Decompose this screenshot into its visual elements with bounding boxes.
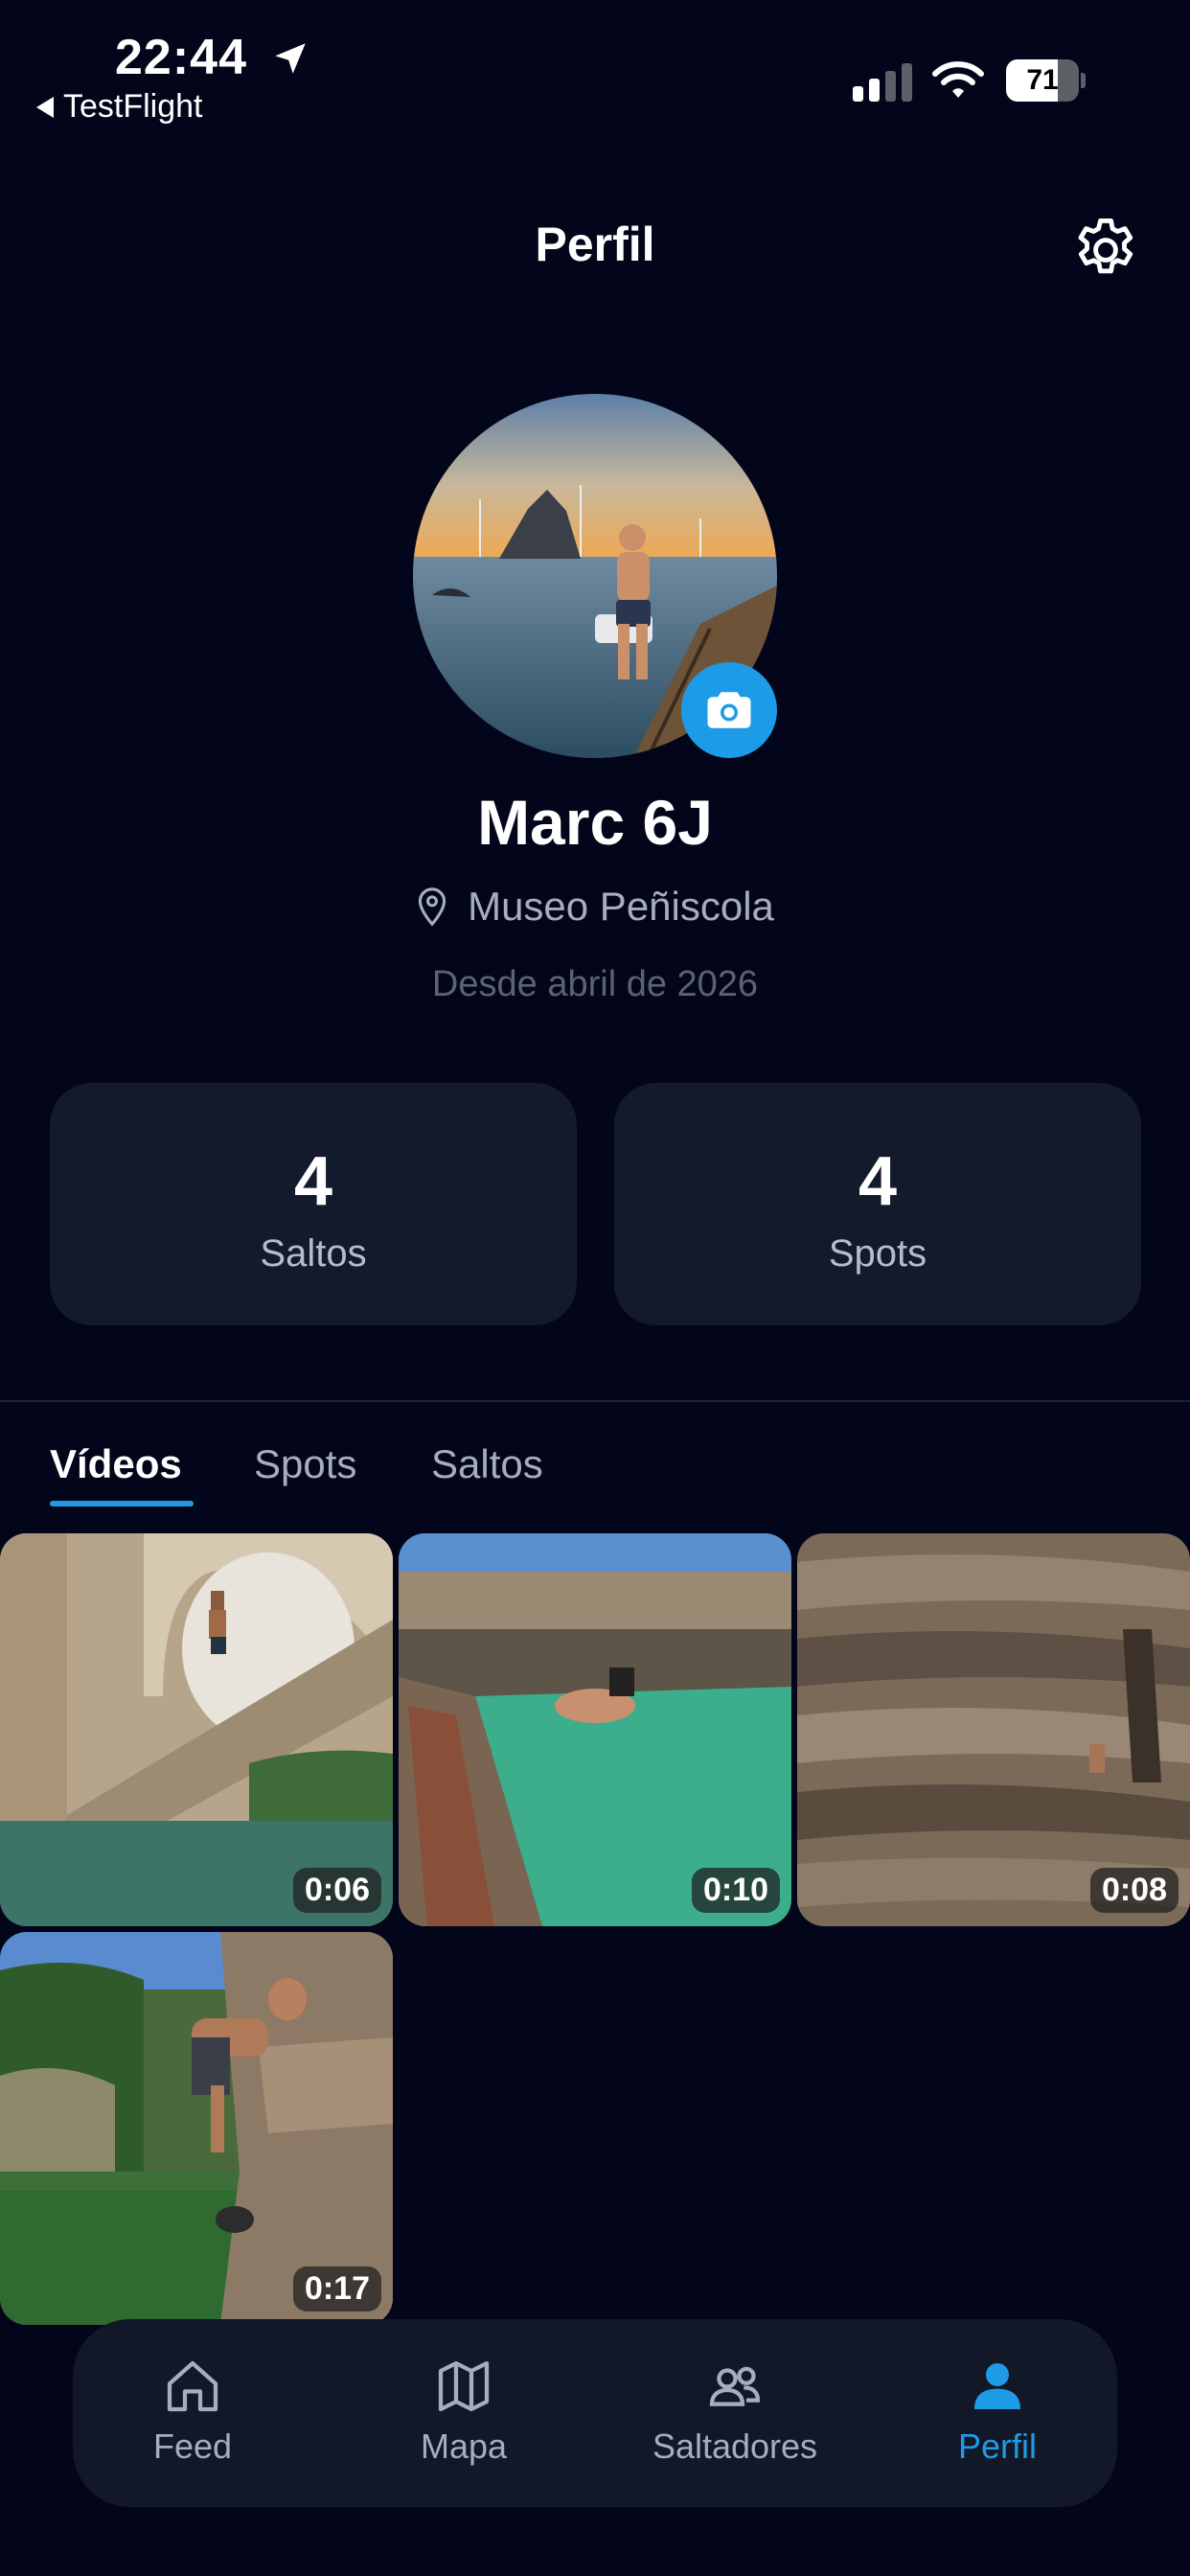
- video-duration: 0:06: [292, 1868, 381, 1913]
- users-icon: [709, 2366, 761, 2406]
- page-title: Perfil: [535, 218, 655, 271]
- settings-gear-icon[interactable]: [1068, 213, 1143, 288]
- camera-icon: [707, 692, 751, 728]
- video-thumbnail[interactable]: 0:10: [399, 1533, 791, 1926]
- stat-label: Saltos: [260, 1232, 367, 1275]
- nav-mapa[interactable]: Mapa: [354, 2356, 574, 2467]
- battery-icon: 71: [1006, 59, 1086, 102]
- map-icon: [438, 2360, 490, 2412]
- location-text: Museo Peñiscola: [468, 884, 774, 929]
- back-app-label: TestFlight: [63, 88, 203, 125]
- tab-videos[interactable]: Vídeos: [50, 1441, 182, 1487]
- video-duration: 0:08: [1089, 1868, 1179, 1913]
- location-arrow-icon: [275, 43, 306, 74]
- nav-label: Mapa: [420, 2426, 508, 2466]
- video-duration: 0:17: [292, 2266, 381, 2312]
- wifi-icon: [932, 61, 984, 98]
- video-thumbnail[interactable]: 0:17: [0, 1932, 393, 2325]
- status-time: 22:44: [115, 30, 247, 85]
- tab-saltos[interactable]: Saltos: [431, 1441, 543, 1487]
- user-name: Marc 6J: [477, 787, 713, 858]
- video-thumbnail[interactable]: 0:06: [0, 1533, 393, 1926]
- stat-value: 4: [858, 1143, 898, 1220]
- nav-label: Perfil: [957, 2426, 1038, 2466]
- stat-card-spots[interactable]: 4 Spots: [614, 1083, 1141, 1325]
- home-icon: [167, 2360, 218, 2412]
- nav-saltadores[interactable]: Saltadores: [625, 2356, 845, 2467]
- active-tab-indicator: [50, 1501, 194, 1506]
- signal-icon: [853, 63, 912, 102]
- nav-label: Saltadores: [652, 2426, 818, 2466]
- stat-label: Spots: [828, 1232, 927, 1275]
- nav-feed[interactable]: Feed: [82, 2356, 303, 2467]
- nav-perfil[interactable]: Perfil: [887, 2356, 1108, 2467]
- video-duration: 0:10: [691, 1868, 780, 1913]
- back-to-testflight[interactable]: TestFlight: [36, 88, 203, 126]
- bottom-tab-bar: Feed Mapa Saltadores Perfil: [73, 2319, 1117, 2507]
- back-arrow-icon: [36, 96, 54, 118]
- video-thumbnail[interactable]: 0:08: [797, 1533, 1190, 1926]
- member-since: Desde abril de 2026: [431, 964, 759, 1004]
- user-location: Museo Peñiscola: [0, 884, 1190, 930]
- map-pin-icon: [418, 887, 446, 927]
- tab-spots[interactable]: Spots: [254, 1441, 356, 1487]
- person-icon: [974, 2363, 1020, 2409]
- change-photo-button[interactable]: [681, 662, 777, 758]
- stat-value: 4: [293, 1143, 333, 1220]
- nav-label: Feed: [152, 2426, 233, 2466]
- battery-level: 71: [1026, 64, 1059, 96]
- stat-card-saltos[interactable]: 4 Saltos: [50, 1083, 577, 1325]
- divider: [0, 1400, 1190, 1402]
